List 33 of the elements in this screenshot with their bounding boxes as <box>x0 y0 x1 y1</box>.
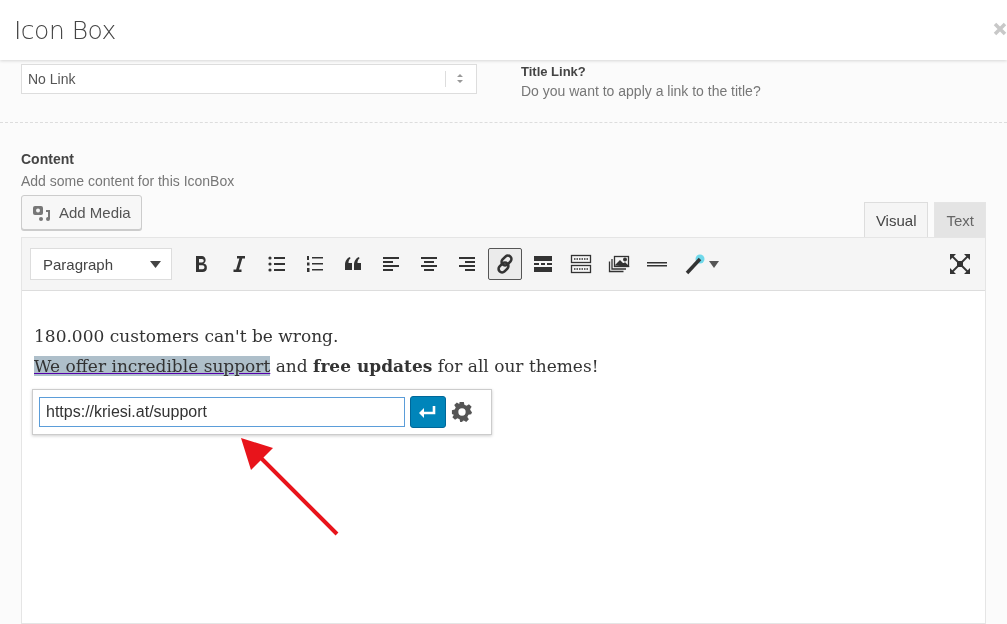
fullscreen-icon <box>949 253 971 275</box>
add-media-button[interactable]: Add Media <box>21 195 142 230</box>
bold-text: free updates <box>313 356 433 376</box>
field-label: Content <box>21 151 75 167</box>
field-description: Add some content for this IconBox <box>21 173 236 189</box>
numbered-list-icon <box>304 253 326 275</box>
editor-tab[interactable]: Text <box>934 202 986 237</box>
settings-icon[interactable] <box>451 401 473 423</box>
link-select[interactable]: No Link <box>21 64 477 94</box>
read-more-icon <box>532 253 554 275</box>
url-field[interactable]: https://kriesi.at/support <box>39 397 405 427</box>
field-label: Title Link? <box>521 64 587 79</box>
magic-wand-icon <box>684 253 706 275</box>
window-title: Icon Box <box>14 15 116 45</box>
editor-area[interactable]: 180.000 customers can't be wrong. We offer incredible support and free updates for all our themes! https://kriesi.at/support <box>22 291 985 623</box>
apply-button[interactable] <box>410 396 446 428</box>
paragraph-text: and <box>274 356 309 376</box>
link-icon <box>494 253 516 275</box>
text-link[interactable]: We offer incredible support <box>34 356 271 376</box>
enter-icon <box>418 405 438 419</box>
paragraph-text: 180.000 customers can't be wrong. <box>34 326 339 346</box>
caret-icon <box>709 260 719 268</box>
editor-tab[interactable]: Visual <box>863 202 929 237</box>
toolbar-button[interactable] <box>488 248 522 280</box>
caret-icon <box>150 260 161 268</box>
paragraph-text: for all our themes! <box>436 356 599 376</box>
select-arrows-icon <box>456 74 464 84</box>
media-icon <box>32 203 52 222</box>
field-description: Do you want to apply a link to the title? <box>521 83 761 99</box>
keyboard-icon <box>570 253 592 275</box>
horizontal-line-icon <box>646 261 668 267</box>
format-dropdown[interactable]: Paragraph <box>30 248 172 280</box>
gallery-icon <box>608 253 630 275</box>
